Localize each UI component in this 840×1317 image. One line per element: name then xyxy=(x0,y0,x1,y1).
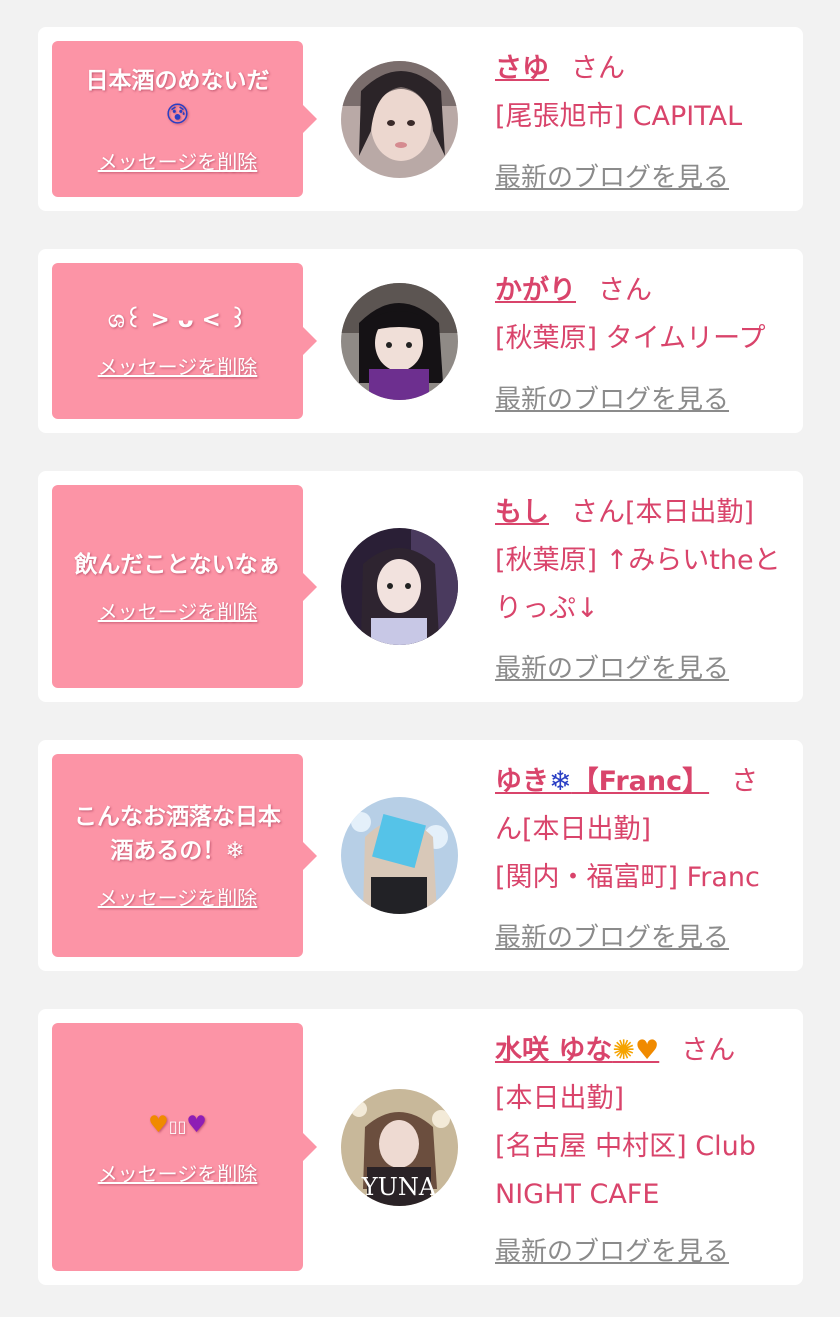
latest-blog-link[interactable]: 最新のブログを見る xyxy=(495,917,729,954)
girl-name-link[interactable]: 水咲 ゆな✺♥ xyxy=(495,1035,659,1066)
avatar[interactable] xyxy=(341,61,458,178)
girl-info: さゆ さん [尾張旭市] CAPITAL xyxy=(495,45,785,141)
latest-blog-link[interactable]: 最新のブログを見る xyxy=(495,157,729,194)
message-bubble: ♥▯▯♥ メッセージを削除 xyxy=(52,1023,317,1271)
girl-name-link[interactable]: もし xyxy=(495,497,549,528)
honorific-label: さん xyxy=(571,53,625,84)
avatar[interactable] xyxy=(341,528,458,645)
list-item: 飲んだことないなぁ メッセージを削除 もし さん[本日出勤] [秋葉原] ↑みらい… xyxy=(38,471,803,702)
snowflake-icon: ❄ xyxy=(549,766,572,797)
unknown-glyph-icon: ▯▯ xyxy=(168,1116,187,1136)
shop-label: [関内・福富町] Franc xyxy=(495,862,760,893)
delete-message-link[interactable]: メッセージを削除 xyxy=(98,146,258,175)
girl-info: かがり さん [秋葉原] タイムリープ xyxy=(495,267,785,363)
avatar[interactable]: YUNA xyxy=(341,1089,458,1206)
delete-message-link[interactable]: メッセージを削除 xyxy=(98,1158,258,1187)
list-item: ශ꒰ > ᴗ < ꒱ メッセージを削除 かがり さん [秋葉原] タイムリープ 最… xyxy=(38,249,803,433)
girl-name-link[interactable]: さゆ xyxy=(495,53,549,84)
list-item: こんなお洒落な日本酒あるの！❄ メッセージを削除 ゆき❄【Franc】 さん[本日… xyxy=(38,740,803,971)
shop-label: [秋葉原] ↑みらいtheとりっぷ↓ xyxy=(495,545,781,624)
latest-blog-link[interactable]: 最新のブログを見る xyxy=(495,1231,729,1268)
avatar[interactable] xyxy=(341,283,458,400)
honorific-label: さん xyxy=(571,497,625,528)
message-text: ශ꒰ > ᴗ < ꒱ xyxy=(108,306,247,333)
attendance-status: [本日出勤] xyxy=(522,814,652,845)
girl-name-link[interactable]: かがり xyxy=(495,275,576,306)
orange-heart-icon: ♥ xyxy=(635,1035,660,1066)
shop-label: [秋葉原] タイムリープ xyxy=(495,323,766,354)
message-bubble: こんなお洒落な日本酒あるの！❄ メッセージを削除 xyxy=(52,754,317,957)
message-text: こんなお洒落な日本酒あるの！❄ xyxy=(74,804,281,864)
message-text: 飲んだことないなぁ xyxy=(74,552,281,578)
latest-blog-link[interactable]: 最新のブログを見る xyxy=(495,379,729,416)
delete-message-link[interactable]: メッセージを削除 xyxy=(98,351,258,380)
shop-label: [名古屋 中村区] Club NIGHT CAFE xyxy=(495,1131,756,1210)
message-text: 日本酒のめないだ 😰 xyxy=(85,67,270,128)
shop-label: [尾張旭市] CAPITAL xyxy=(495,101,743,132)
message-text: ♥▯▯♥ xyxy=(148,1108,207,1144)
delete-message-link[interactable]: メッセージを削除 xyxy=(98,882,258,911)
snowflake-icon: ❄ xyxy=(225,838,245,864)
honorific-label: さん xyxy=(681,1035,736,1066)
girl-info: もし さん[本日出勤] [秋葉原] ↑みらいtheとりっぷ↓ xyxy=(495,489,785,633)
svg-text:YUNA: YUNA xyxy=(361,1173,437,1201)
message-bubble: 飲んだことないなぁ メッセージを削除 xyxy=(52,485,317,688)
delete-message-link[interactable]: メッセージを削除 xyxy=(98,596,258,625)
sun-icon: ✺ xyxy=(612,1035,636,1066)
attendance-status: [本日出勤] xyxy=(625,497,755,528)
message-bubble: ශ꒰ > ᴗ < ꒱ メッセージを削除 xyxy=(52,263,317,419)
message-bubble: 日本酒のめないだ 😰 メッセージを削除 xyxy=(52,41,317,197)
girl-info: ゆき❄【Franc】 さん[本日出勤] [関内・福富町] Franc xyxy=(495,758,785,902)
latest-blog-link[interactable]: 最新のブログを見る xyxy=(495,648,729,685)
purple-heart-icon: ♥ xyxy=(186,1111,207,1138)
list-item: 日本酒のめないだ 😰 メッセージを削除 さゆ さん [尾張旭市] CAPITAL … xyxy=(38,27,803,211)
girl-info: 水咲 ゆな✺♥ さん [本日出勤] [名古屋 中村区] Club NIGHT CA… xyxy=(495,1027,785,1219)
favorite-list: 日本酒のめないだ 😰 メッセージを削除 さゆ さん [尾張旭市] CAPITAL … xyxy=(0,0,840,1285)
attendance-status: [本日出勤] xyxy=(495,1083,625,1114)
avatar[interactable] xyxy=(341,797,458,914)
worried-face-icon: 😰 xyxy=(165,101,190,128)
orange-heart-icon: ♥ xyxy=(148,1111,169,1138)
girl-name-link[interactable]: ゆき❄【Franc】 xyxy=(495,766,709,797)
honorific-label: さん xyxy=(598,275,652,306)
list-item: ♥▯▯♥ メッセージを削除 YUNA 水咲 ゆな✺♥ さん [本日出勤] [名古屋… xyxy=(38,1009,803,1285)
